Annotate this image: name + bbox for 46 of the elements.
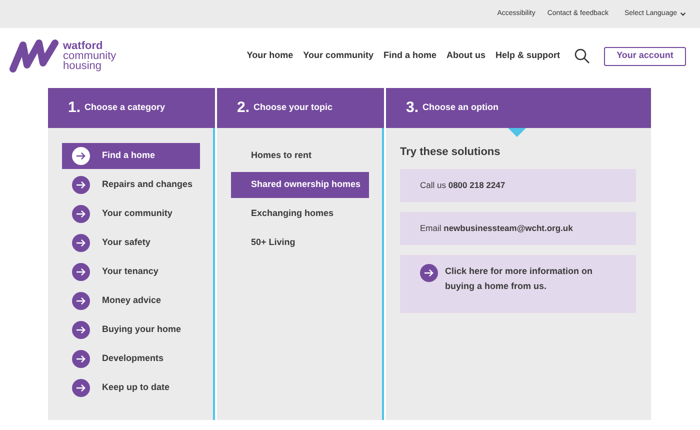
category-item[interactable]: Your tenancy [62,259,200,285]
logo-text: community [63,51,116,61]
topic-item[interactable]: Exchanging homes [231,201,369,227]
arrow-circle-icon [72,263,90,281]
nav-link[interactable]: Help & support [496,49,560,63]
category-item[interactable]: Repairs and changes [62,172,200,198]
step-number: 2. [237,98,250,118]
section-heading: Try these solutions [400,145,502,160]
caret-icon [680,12,686,16]
contact-card: Call us 0800 218 2247 [400,168,636,202]
step-title: Choose a category [84,101,166,114]
arrow-circle-icon [72,350,90,368]
arrow-circle-icon [420,264,438,282]
category-item[interactable]: Your safety [62,230,200,256]
nav-link[interactable]: Find a home [383,49,436,63]
step-title: Choose an option [422,101,499,114]
arrow-circle-icon [72,321,90,339]
topic-item[interactable]: Shared ownership homes [231,172,369,198]
arrow-circle-icon [72,234,90,252]
category-item[interactable]: Keep up to date [62,375,200,401]
category-item[interactable]: Find a home [62,143,200,169]
topic-item[interactable]: Homes to rent [231,143,369,169]
arrow-circle-icon [72,205,90,223]
nav-link[interactable]: Your community [303,49,374,63]
category-item[interactable]: Developments [62,346,200,372]
arrow-circle-icon [72,292,90,310]
arrow-circle-icon [72,147,90,165]
topic-item[interactable]: 50+ Living [231,230,369,256]
account-button[interactable]: Your account [604,46,686,66]
pointer-icon [508,128,526,137]
logo-text: housing [63,61,102,71]
logo-mark-icon [8,39,60,73]
nav-link[interactable]: About us [446,49,486,63]
contact-card: Email newbusinessteam@wcht.org.uk [400,212,636,244]
info-link[interactable]: Click here for more information on buying a home from us. [400,254,636,312]
nav-link[interactable]: Your home [246,49,294,63]
step-number: 1. [68,98,81,118]
arrow-circle-icon [72,176,90,194]
logo-text: watford [63,41,103,51]
category-item[interactable]: Your community [62,201,200,227]
search-button[interactable] [574,48,590,64]
step-number: 3. [406,98,419,118]
category-item[interactable]: Money advice [62,288,200,314]
category-item[interactable]: Buying your home [62,317,200,343]
arrow-circle-icon [72,379,90,397]
step-title: Choose your topic [254,101,333,114]
